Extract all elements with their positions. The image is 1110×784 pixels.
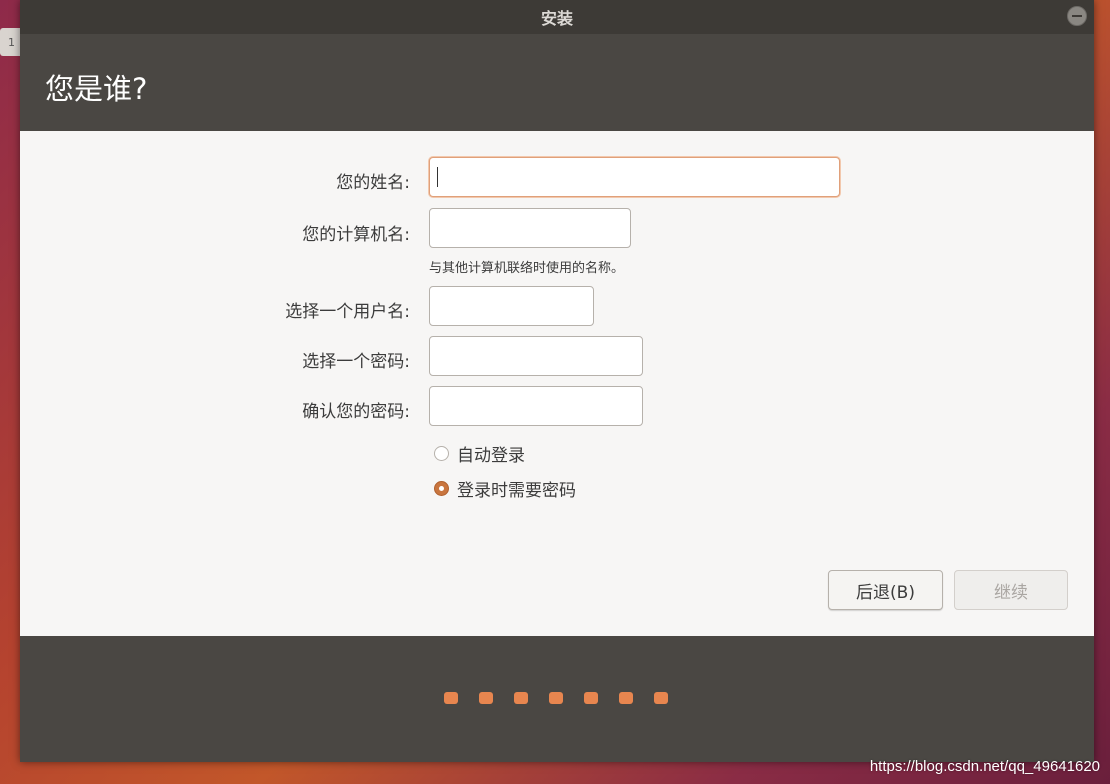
- page-title: 您是谁?: [45, 72, 148, 106]
- require-password-radio[interactable]: [434, 481, 449, 496]
- progress-step: [444, 692, 458, 704]
- password-input[interactable]: [429, 336, 643, 376]
- name-input[interactable]: [429, 157, 840, 197]
- username-label: 选择一个用户名:: [285, 302, 410, 322]
- progress-indicator: [444, 692, 668, 704]
- progress-step: [654, 692, 668, 704]
- name-label: 您的姓名:: [336, 173, 410, 193]
- window-titlebar: 安装: [20, 0, 1094, 34]
- auto-login-label: 自动登录: [457, 446, 525, 466]
- installer-footer: [20, 636, 1094, 762]
- watermark-text: https://blog.csdn.net/qq_49641620: [869, 758, 1100, 775]
- back-button[interactable]: 后退(B): [828, 570, 943, 610]
- username-input[interactable]: [429, 286, 594, 326]
- continue-button[interactable]: 继续: [954, 570, 1068, 610]
- form-content: 您的姓名: 您的计算机名: 与其他计算机联络时使用的名称。 选择一个用户名: 选…: [20, 131, 1094, 636]
- page-header: 您是谁?: [20, 34, 1094, 131]
- computer-name-label: 您的计算机名:: [302, 225, 410, 245]
- installer-window: 安装 您是谁? 您的姓名: 您的计算机名: 与其他计算机联络时使用的名称。 选择…: [20, 0, 1094, 762]
- password-label: 选择一个密码:: [302, 352, 410, 372]
- computer-name-input[interactable]: [429, 208, 631, 248]
- require-password-option[interactable]: 登录时需要密码: [434, 476, 576, 501]
- progress-step: [514, 692, 528, 704]
- auto-login-radio[interactable]: [434, 446, 449, 461]
- progress-step: [584, 692, 598, 704]
- require-password-label: 登录时需要密码: [457, 481, 576, 501]
- computer-name-hint: 与其他计算机联络时使用的名称。: [429, 261, 625, 276]
- confirm-password-label: 确认您的密码:: [302, 402, 410, 422]
- confirm-password-input[interactable]: [429, 386, 643, 426]
- progress-step: [479, 692, 493, 704]
- auto-login-option[interactable]: 自动登录: [434, 441, 525, 466]
- window-title: 安装: [540, 9, 573, 28]
- progress-step: [619, 692, 633, 704]
- minimize-icon[interactable]: [1067, 6, 1087, 26]
- progress-step: [549, 692, 563, 704]
- text-caret: [437, 167, 438, 187]
- desktop-window-tab[interactable]: 1: [0, 28, 22, 56]
